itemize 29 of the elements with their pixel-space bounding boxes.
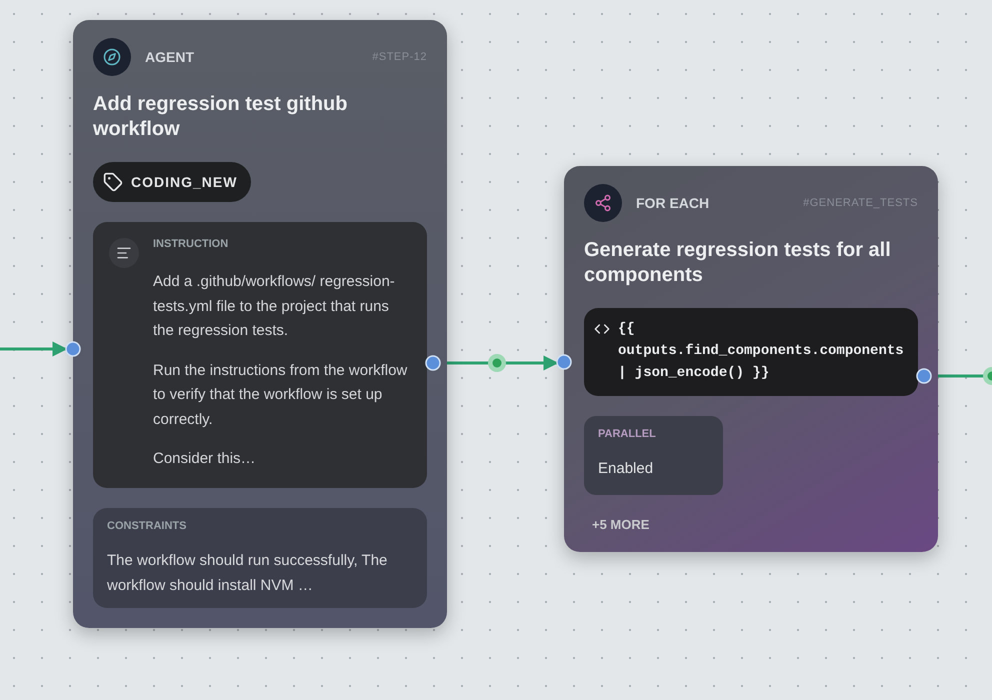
- constraints-text: The workflow should run successfully, The workflow should install NVM …: [107, 550, 388, 596]
- instruction-text: Run the instructions from the workflow to verify that the workflow is set up correctly.: [153, 360, 408, 430]
- step-id: #GENERATE_TESTS: [803, 197, 918, 209]
- compass-icon: [103, 48, 121, 66]
- connection-handle[interactable]: [916, 368, 932, 384]
- field-label: PARALLEL: [598, 428, 657, 440]
- text-lines-icon: [116, 245, 132, 261]
- more-link[interactable]: +5 MORE: [592, 517, 650, 532]
- tag-icon: [103, 172, 123, 192]
- node-type-label: FOR EACH: [636, 195, 710, 211]
- code-expression: {{ outputs.find_components.components | json_encode() }}: [618, 320, 905, 383]
- edge-arrow: [0, 342, 68, 356]
- node-title: Add regression test github workflow: [93, 92, 348, 142]
- section-label: CONSTRAINTS: [107, 520, 188, 532]
- node-card[interactable]: FOR EACH #GENERATE_TESTS Generate regression tests for all components {{ outputs.find_components.components | json_encode() }} PARALLEL Enabled +5 MORE: [564, 166, 938, 552]
- connection-handle[interactable]: [65, 341, 81, 357]
- share-icon: [594, 194, 612, 212]
- node-title: Generate regression tests for all components: [584, 238, 892, 288]
- section-label: INSTRUCTION: [153, 238, 230, 250]
- edge-midpoint[interactable]: [983, 367, 992, 385]
- edge-midpoint[interactable]: [488, 354, 506, 372]
- instruction-text: Consider this…: [153, 449, 257, 469]
- connection-handle[interactable]: [425, 355, 441, 371]
- node-type-label: AGENT: [145, 49, 195, 65]
- instruction-text: Add a .github/workflows/ regression-tests.yml file to the project that runs the regression tests.: [153, 272, 396, 341]
- connection-handle[interactable]: [556, 354, 572, 370]
- node-card[interactable]: [73, 20, 447, 628]
- field-value: Enabled: [598, 460, 654, 477]
- tag-chip: CODING_NEW: [93, 162, 252, 202]
